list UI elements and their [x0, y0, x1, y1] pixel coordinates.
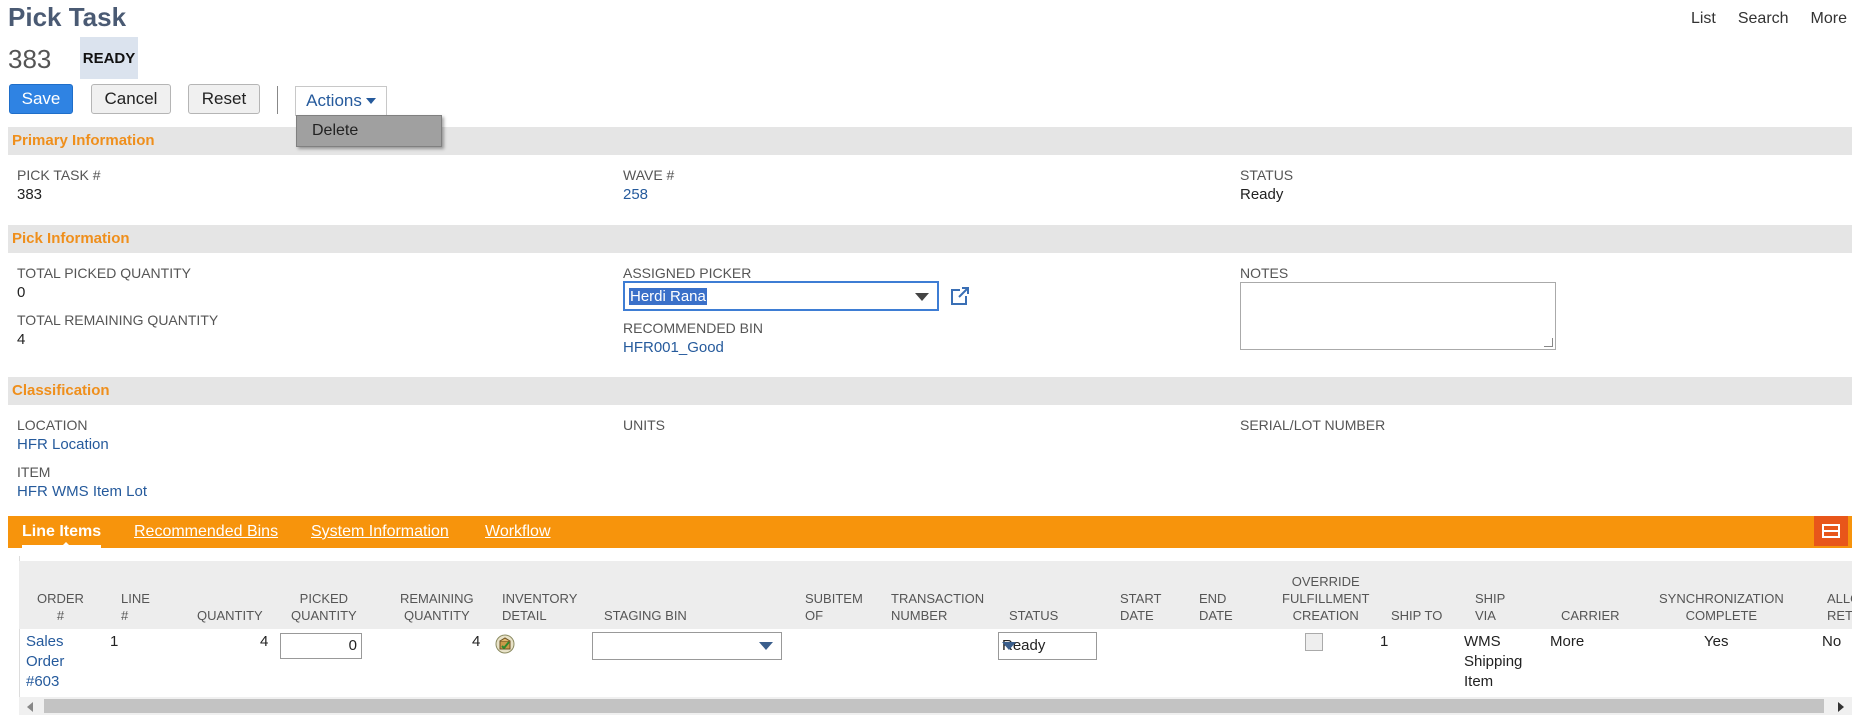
- subtab-bar: Line Items Recommended Bins System Infor…: [8, 516, 1852, 548]
- page-title: Pick Task: [8, 2, 127, 32]
- carrier-value: More: [1550, 633, 1585, 650]
- scrollbar-thumb[interactable]: [44, 699, 1824, 713]
- total-picked-label: TOTAL PICKED QUANTITY: [17, 265, 191, 281]
- section-heading: Pick Information: [12, 230, 130, 247]
- col-override-fulfillment: OVERRIDE FULFILLMENT CREATION: [1282, 574, 1370, 623]
- col-remaining-quantity: REMAINING QUANTITY: [400, 591, 474, 623]
- col-start-date: START DATE: [1120, 591, 1162, 623]
- chevron-down-icon: [1002, 642, 1016, 650]
- tab-system-information[interactable]: System Information: [311, 523, 449, 541]
- top-nav-links: List Search More: [1691, 10, 1847, 28]
- col-transaction-number: TRANSACTION NUMBER: [891, 591, 985, 623]
- allow-retry-value: No: [1822, 633, 1842, 650]
- wave-link[interactable]: 258: [623, 186, 648, 203]
- status-value: Ready: [1240, 186, 1284, 203]
- notes-label: NOTES: [1240, 265, 1289, 281]
- toolbar-divider: [277, 86, 278, 114]
- col-ship-via: SHIP VIA: [1475, 591, 1506, 623]
- tab-recommended-bins[interactable]: Recommended Bins: [134, 523, 278, 541]
- location-label: LOCATION: [17, 417, 88, 433]
- col-quantity: QUANTITY: [197, 608, 263, 623]
- total-remaining-label: TOTAL REMAINING QUANTITY: [17, 312, 219, 328]
- col-subitem-of: SUBITEM OF: [805, 591, 863, 623]
- notes-textarea[interactable]: [1240, 282, 1556, 350]
- col-sync-complete: SYNCHRONIZATION COMPLETE: [1659, 591, 1784, 623]
- assigned-picker-select[interactable]: Herdi Rana: [623, 281, 939, 311]
- item-link[interactable]: HFR WMS Item Lot: [17, 483, 147, 500]
- quantity-value: 4: [260, 633, 269, 650]
- status-badge: READY: [80, 37, 138, 79]
- scroll-left-icon[interactable]: [27, 702, 33, 712]
- search-link[interactable]: Search: [1738, 10, 1789, 28]
- actions-label: Actions: [306, 91, 362, 110]
- layout-toggle-icon[interactable]: [1814, 516, 1848, 546]
- col-ship-to: SHIP TO: [1391, 608, 1443, 623]
- reset-button[interactable]: Reset: [188, 84, 260, 114]
- recommended-bin-label: RECOMMENDED BIN: [623, 320, 764, 336]
- section-classification: Classification: [8, 377, 1852, 405]
- ship-via-value: WMS Shipping Item: [1464, 633, 1523, 690]
- serial-lot-label: SERIAL/LOT NUMBER: [1240, 417, 1386, 433]
- col-line: LINE #: [121, 591, 150, 623]
- chevron-down-icon: [759, 642, 773, 650]
- recommended-bin-link[interactable]: HFR001_Good: [623, 339, 724, 356]
- col-allow-retry: ALLOWRETRY: [1827, 591, 1852, 623]
- caret-down-icon: [365, 98, 376, 104]
- override-fulfillment-checkbox[interactable]: [1305, 633, 1323, 651]
- col-picked-quantity: PICKED QUANTITY: [291, 591, 357, 623]
- chevron-down-icon: [915, 293, 929, 301]
- tab-line-items[interactable]: Line Items: [22, 523, 102, 548]
- col-staging-bin: STAGING BIN: [604, 608, 687, 623]
- inventory-detail-icon[interactable]: [495, 634, 515, 654]
- pick-task-label: PICK TASK #: [17, 167, 101, 183]
- horizontal-scrollbar[interactable]: [19, 697, 1852, 715]
- total-picked-value: 0: [17, 284, 26, 301]
- list-link[interactable]: List: [1691, 10, 1716, 28]
- section-pick-information: Pick Information: [8, 225, 1852, 253]
- sync-complete-value: Yes: [1704, 633, 1729, 650]
- record-number: 383: [8, 44, 52, 74]
- wave-label: WAVE #: [623, 167, 675, 183]
- scroll-right-icon[interactable]: [1838, 702, 1844, 712]
- section-heading: Primary Information: [12, 132, 155, 149]
- order-link[interactable]: Sales Order #603: [26, 632, 64, 692]
- units-label: UNITS: [623, 417, 665, 433]
- actions-menu-item-delete[interactable]: Delete: [296, 115, 442, 147]
- assigned-picker-label: ASSIGNED PICKER: [623, 265, 752, 281]
- section-primary-information: Primary Information: [8, 127, 1852, 155]
- col-order: ORDER #: [37, 591, 84, 623]
- pick-task-value: 383: [17, 186, 43, 203]
- status-label: STATUS: [1240, 167, 1294, 183]
- staging-bin-select[interactable]: [592, 632, 782, 660]
- total-remaining-value: 4: [17, 331, 26, 348]
- external-link-icon[interactable]: [950, 286, 970, 306]
- col-status: STATUS: [1009, 608, 1059, 623]
- item-label: ITEM: [17, 464, 51, 480]
- cancel-button[interactable]: Cancel: [91, 84, 171, 114]
- line-number: 1: [110, 633, 119, 650]
- actions-button[interactable]: Actions: [295, 86, 387, 116]
- section-heading: Classification: [12, 382, 110, 399]
- ship-to-value: 1: [1380, 633, 1389, 650]
- col-carrier: CARRIER: [1561, 608, 1620, 623]
- tab-workflow[interactable]: Workflow: [485, 523, 551, 541]
- assigned-picker-value: Herdi Rana: [629, 288, 707, 305]
- row-status-select[interactable]: Ready: [998, 632, 1097, 660]
- location-link[interactable]: HFR Location: [17, 436, 109, 453]
- save-button[interactable]: Save: [9, 84, 73, 114]
- picked-quantity-input[interactable]: 0: [280, 633, 362, 659]
- col-inventory-detail: INVENTORY DETAIL: [502, 591, 578, 623]
- active-tab-pointer: [60, 542, 72, 548]
- more-link[interactable]: More: [1811, 10, 1847, 28]
- remaining-value: 4: [472, 633, 481, 650]
- col-end-date: END DATE: [1199, 591, 1233, 623]
